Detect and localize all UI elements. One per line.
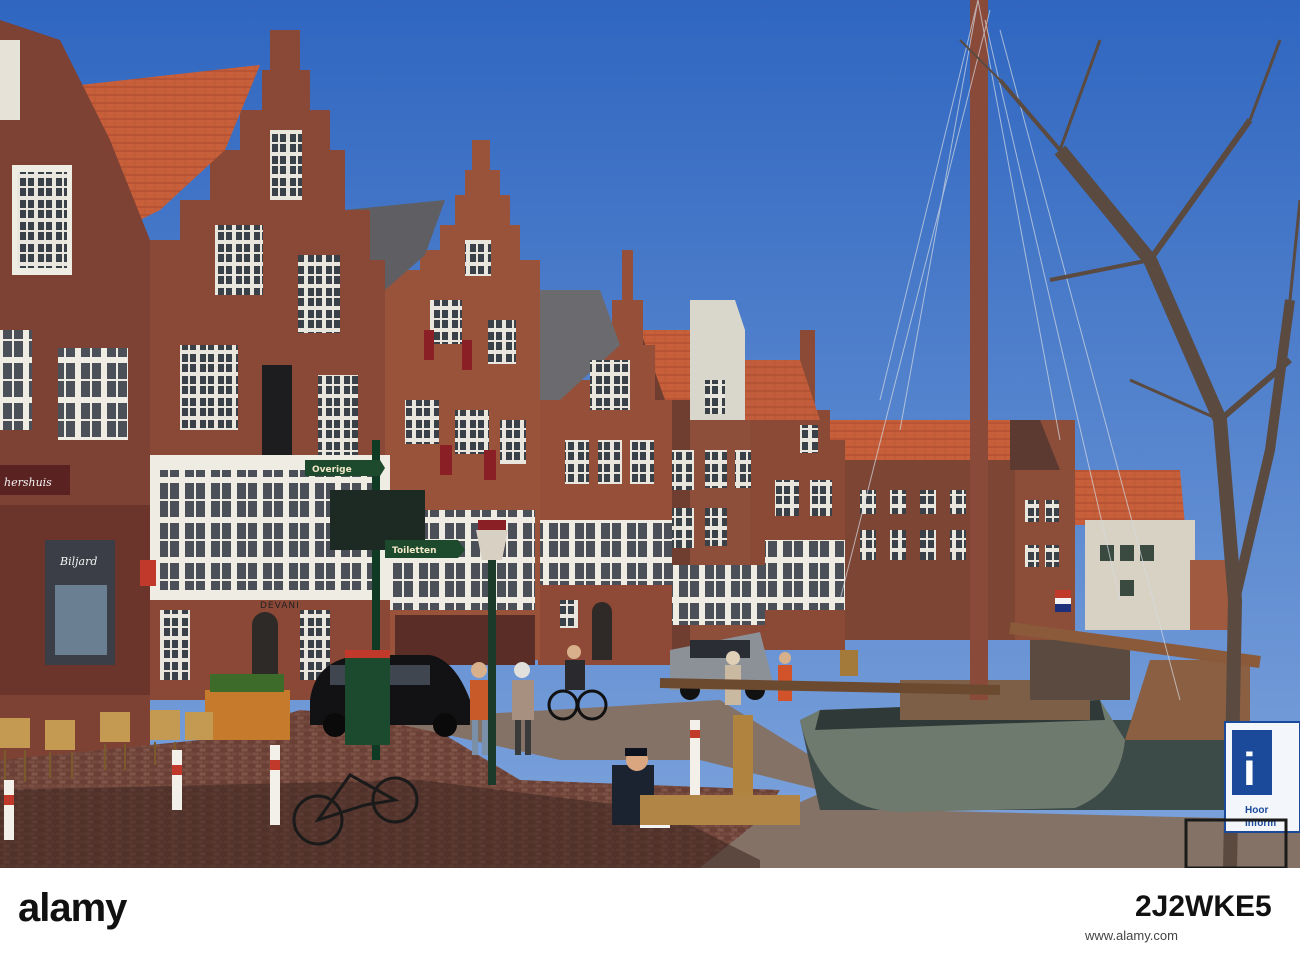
info-sign-letter: i — [1243, 743, 1256, 795]
facade-name-sign: hershuis — [4, 476, 52, 489]
harbour-photo: DEVANI hershuis Biljard Overige Toilette… — [0, 0, 1300, 868]
stock-logo: alamy — [18, 886, 127, 930]
stock-watermark-bar: alamy 2J2WKE5 www.alamy.com — [0, 868, 1300, 957]
info-sign-text: Hoor — [1245, 805, 1268, 816]
devani-shop-sign: DEVANI — [260, 601, 300, 611]
direction-sign-2: Toiletten — [392, 546, 437, 556]
house-row-mid — [830, 420, 1075, 640]
cafe-name-sign: Biljard — [59, 555, 97, 568]
stock-url: www.alamy.com — [1085, 928, 1178, 943]
stock-image-id: 2J2WKE5 — [1135, 890, 1272, 923]
direction-sign-1: Overige — [312, 465, 352, 475]
